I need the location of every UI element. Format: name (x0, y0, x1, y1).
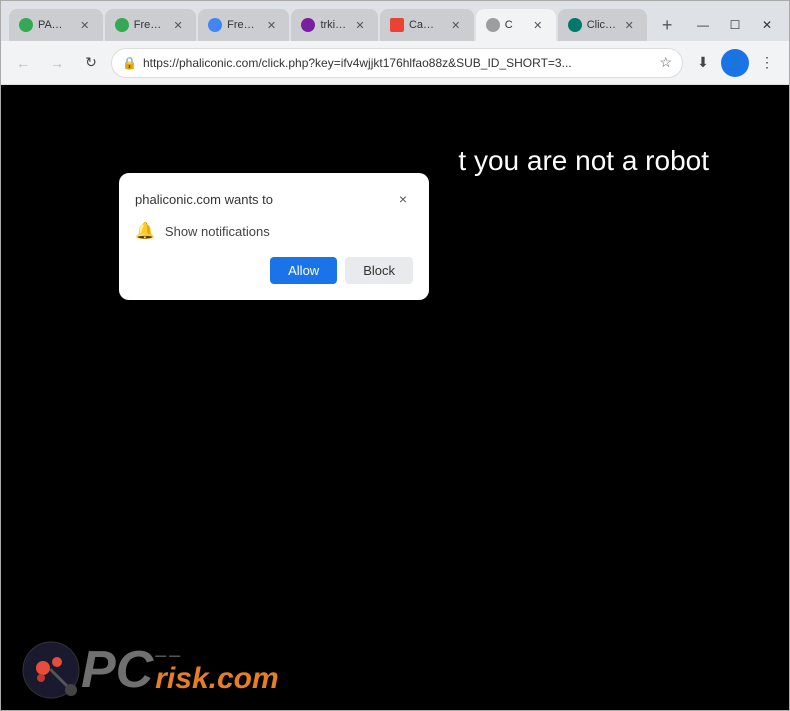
tab-close-free2[interactable]: ✕ (263, 17, 279, 33)
star-icon[interactable]: ☆ (659, 54, 672, 71)
profile-button[interactable]: 👤 (721, 49, 749, 77)
watermark: PC —— risk.com (21, 640, 279, 700)
menu-button[interactable]: ⋮ (753, 49, 781, 77)
pcrisk-logo-icon (21, 640, 81, 700)
tab-favicon-free1 (115, 18, 129, 32)
tab-title-active: C (505, 19, 525, 31)
tab-favicon-active (486, 18, 500, 32)
tab-title-click: Click / (587, 19, 617, 31)
tab-favicon-cam (390, 18, 404, 32)
watermark-text-group: PC —— risk.com (81, 644, 279, 696)
allow-button[interactable]: Allow (270, 257, 337, 284)
tab-trkind[interactable]: trkind ✕ (291, 9, 377, 41)
address-text: https://phaliconic.com/click.php?key=ifv… (143, 56, 653, 70)
lock-icon: 🔒 (122, 56, 137, 70)
risk-text-group: —— risk.com (155, 651, 278, 696)
tab-title-free1: Free L (134, 19, 165, 31)
dialog-title: phaliconic.com wants to (135, 192, 273, 207)
notification-dialog: phaliconic.com wants to × 🔔 Show notific… (119, 173, 429, 300)
tab-title-trkind: trkind (320, 19, 346, 31)
download-button[interactable]: ⬇ (689, 49, 717, 77)
new-tab-button[interactable]: + (653, 11, 681, 39)
dialog-permission-row: 🔔 Show notifications (135, 221, 413, 241)
tab-close-click[interactable]: ✕ (621, 17, 637, 33)
title-bar: PAW P ✕ Free L ✕ Free L ✕ trkind ✕ Cam C (1, 1, 789, 41)
bell-icon: 🔔 (135, 221, 155, 241)
back-button[interactable]: ← (9, 49, 37, 77)
close-button[interactable]: ✕ (753, 15, 781, 35)
page-main-text: t you are not a robot (458, 145, 709, 177)
pc-text-icon: PC (81, 644, 153, 696)
tab-favicon-click (568, 18, 582, 32)
permission-label: Show notifications (165, 224, 270, 239)
tab-favicon-free2 (208, 18, 222, 32)
dash-line-icon: —— (155, 651, 278, 662)
tab-click[interactable]: Click / ✕ (558, 9, 648, 41)
tab-paw[interactable]: PAW P ✕ (9, 9, 103, 41)
address-bar[interactable]: 🔒 https://phaliconic.com/click.php?key=i… (111, 48, 683, 78)
tab-title-cam: Cam C (409, 19, 443, 31)
tab-close-active[interactable]: ✕ (530, 17, 546, 33)
tab-free2[interactable]: Free L ✕ (198, 9, 289, 41)
tab-cam[interactable]: Cam C ✕ (380, 9, 474, 41)
tab-title-free2: Free L (227, 19, 258, 31)
tab-favicon-paw (19, 18, 33, 32)
tab-title-paw: PAW P (38, 19, 72, 31)
toolbar: ← → ↻ 🔒 https://phaliconic.com/click.php… (1, 41, 789, 85)
tab-close-free1[interactable]: ✕ (170, 17, 186, 33)
tab-favicon-trkind (301, 18, 315, 32)
tab-strip: PAW P ✕ Free L ✕ Free L ✕ trkind ✕ Cam C (9, 9, 681, 41)
forward-button[interactable]: → (43, 49, 71, 77)
tab-free1[interactable]: Free L ✕ (105, 9, 196, 41)
dialog-actions: Allow Block (135, 257, 413, 284)
window-controls: — ☐ ✕ (689, 15, 781, 41)
minimize-button[interactable]: — (689, 15, 717, 35)
risk-com-text: risk.com (155, 662, 278, 696)
page-content: t you are not a robot phaliconic.com wan… (1, 85, 789, 710)
tab-close-cam[interactable]: ✕ (448, 17, 464, 33)
tab-close-trkind[interactable]: ✕ (352, 17, 368, 33)
dialog-close-button[interactable]: × (393, 189, 413, 209)
reload-button[interactable]: ↻ (77, 49, 105, 77)
block-button[interactable]: Block (345, 257, 413, 284)
dialog-header: phaliconic.com wants to × (135, 189, 413, 209)
maximize-button[interactable]: ☐ (721, 15, 749, 35)
browser-window: PAW P ✕ Free L ✕ Free L ✕ trkind ✕ Cam C (0, 0, 790, 711)
tab-active[interactable]: C ✕ (476, 9, 556, 41)
toolbar-actions: ⬇ 👤 ⋮ (689, 49, 781, 77)
tab-close-paw[interactable]: ✕ (77, 17, 93, 33)
